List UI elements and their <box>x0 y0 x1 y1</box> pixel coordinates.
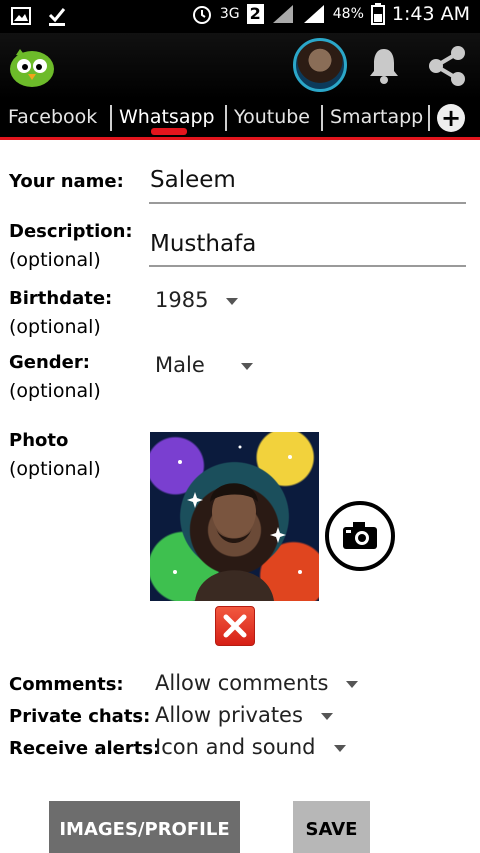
description-label: Description: (optional) <box>9 221 133 271</box>
signal-icon-2 <box>303 5 324 23</box>
tab-divider <box>225 105 227 131</box>
tab-bar: Facebook Whatsapp Youtube Smartapp + <box>0 99 480 140</box>
signal-icon <box>272 5 293 23</box>
active-tab-indicator <box>151 128 187 135</box>
close-icon[interactable] <box>215 606 255 646</box>
profile-form: Your name: Saleem Description: (optional… <box>0 143 480 853</box>
chevron-down-icon <box>240 362 253 370</box>
receive-alerts-select[interactable]: Icon and sound <box>155 735 346 759</box>
images-profile-button[interactable]: IMAGES/PROFILE <box>49 801 240 853</box>
status-bar: 3G 2 48% 1:43 AM <box>0 0 480 33</box>
tab-divider <box>428 105 430 131</box>
clock: 1:43 AM <box>391 3 470 25</box>
comments-select[interactable]: Allow comments <box>155 671 359 695</box>
receive-alerts-label: Receive alerts: <box>9 738 161 759</box>
battery-percent: 48% <box>332 6 364 22</box>
name-label: Your name: <box>9 171 124 192</box>
plus-circle-icon[interactable]: + <box>437 104 465 132</box>
private-chats-label: Private chats: <box>9 706 151 727</box>
profile-photo[interactable] <box>150 432 319 601</box>
private-chats-select[interactable]: Allow privates <box>155 703 333 727</box>
birthdate-label: Birthdate: (optional) <box>9 288 113 338</box>
alarm-icon <box>192 6 211 24</box>
share-icon[interactable] <box>424 43 470 89</box>
name-field-underline <box>149 202 466 204</box>
tab-divider <box>321 105 323 131</box>
camera-icon[interactable] <box>325 501 395 571</box>
description-field[interactable]: Musthafa <box>150 231 256 257</box>
description-field-underline <box>149 265 466 267</box>
chevron-down-icon <box>226 297 239 305</box>
name-field[interactable]: Saleem <box>150 167 236 193</box>
comments-label: Comments: <box>9 674 124 695</box>
tab-divider <box>110 105 112 131</box>
birthdate-select[interactable]: 1985 <box>155 288 239 312</box>
profile-avatar[interactable] <box>293 38 347 92</box>
chevron-down-icon <box>346 680 359 688</box>
tab-youtube[interactable]: Youtube <box>234 106 310 128</box>
tab-smartapp[interactable]: Smartapp <box>330 106 423 128</box>
photo-sparkles <box>173 445 302 601</box>
photo-label: Photo (optional) <box>9 430 101 480</box>
chevron-down-icon <box>333 744 346 752</box>
sim-indicator: 2 <box>246 4 264 24</box>
gender-label: Gender: (optional) <box>9 352 101 402</box>
tab-facebook[interactable]: Facebook <box>8 106 97 128</box>
tab-whatsapp[interactable]: Whatsapp <box>119 106 215 128</box>
save-button[interactable]: SAVE <box>293 801 370 853</box>
gender-select[interactable]: Male <box>155 353 253 377</box>
download-complete-icon <box>48 8 66 26</box>
battery-icon <box>370 3 385 25</box>
network-type: 3G <box>219 6 240 22</box>
gallery-notification-icon <box>11 7 31 25</box>
bell-icon[interactable] <box>364 45 404 85</box>
app-bar <box>0 33 480 99</box>
chevron-down-icon <box>320 712 333 720</box>
green-bird-logo-icon[interactable] <box>6 39 58 91</box>
